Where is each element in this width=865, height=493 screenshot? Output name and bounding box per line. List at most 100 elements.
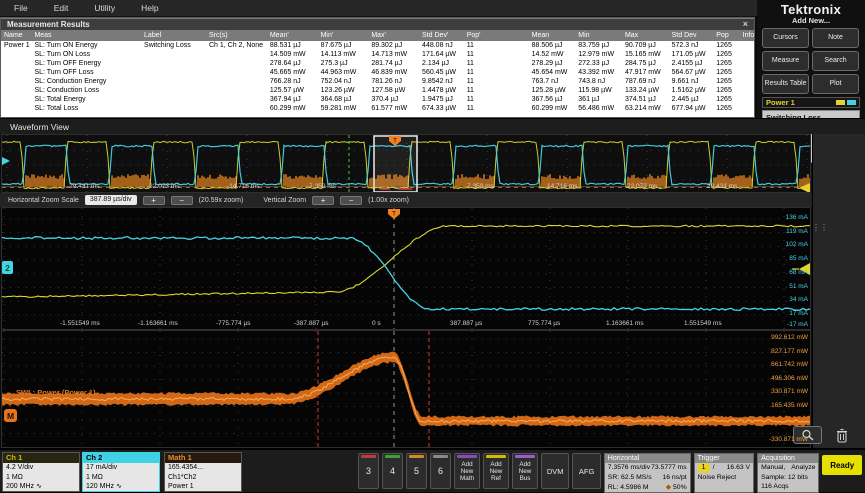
cell-max2: 133.24 µW	[624, 87, 659, 94]
cell-srcs	[206, 104, 267, 113]
cell-min2: 272.33 µJ	[578, 60, 610, 67]
add-new-ref-button[interactable]: Add New Ref	[483, 453, 509, 489]
svg-text:M: M	[7, 411, 14, 421]
cell-label	[141, 86, 206, 95]
afg-button[interactable]: AFG	[572, 453, 601, 489]
svg-text:T: T	[392, 211, 396, 218]
drag-handle[interactable]: ⋮⋮	[812, 224, 828, 240]
color-stripe	[486, 455, 506, 458]
tab-waveform-view[interactable]: Waveform View	[0, 122, 79, 132]
cell-mean1: 60.299 mW	[269, 105, 306, 112]
cell-pop2: 1265	[716, 51, 732, 58]
menu-item-edit[interactable]: Edit	[54, 3, 69, 13]
table-row[interactable]: SL: Turn ON Loss 14.509 mW 14.113 mW 14.713…	[1, 50, 754, 59]
cell-min1: 59.281 mW	[320, 105, 357, 112]
channel-4-button[interactable]: 4	[382, 453, 403, 489]
column-header-std-dev-: Std Dev'	[419, 30, 464, 41]
table-row[interactable]: SL: Total Energy 367.94 µJ 364.68 µJ 370.4 …	[1, 95, 754, 104]
search-button[interactable]: Search	[812, 51, 859, 71]
hzoom-plus-button[interactable]: +	[142, 195, 165, 205]
cell-pop1: 11	[466, 51, 474, 58]
cell-min2: 43.392 mW	[578, 69, 615, 76]
menu-item-utility[interactable]: Utility	[94, 3, 115, 13]
button-label: 3	[365, 466, 371, 476]
table-header-row: Name Meas Label Src(s) Mean' Min' Max' Std Dev'…	[1, 30, 754, 41]
acq-count: 116 Acqs	[761, 483, 789, 490]
trash-button[interactable]	[833, 426, 851, 445]
power1-swatch-cyan-icon	[847, 100, 856, 105]
dvm-button[interactable]: DVM	[541, 453, 570, 489]
table-row[interactable]: SL: Total Loss 60.299 mW 59.281 mW 61.577 m…	[1, 104, 754, 113]
note-button[interactable]: Note	[812, 28, 859, 48]
measurement-results-titlebar[interactable]: Measurement Results ×	[1, 18, 754, 30]
channel-badge-line: 17 mA/div	[86, 464, 118, 471]
vzoom-minus-button[interactable]: −	[340, 195, 363, 205]
cell-name: Power 1	[4, 42, 30, 49]
trigger-mode: Noise Reject	[697, 474, 737, 481]
sidebar-buttons: Cursors Note Measure Search Results Table Plo…	[762, 28, 862, 94]
results-table-button[interactable]: Results Table	[762, 74, 809, 94]
color-stripe	[385, 455, 400, 458]
zoom-tool-button[interactable]	[793, 426, 822, 444]
table-row[interactable]: SL: Conduction Loss 125.57 µW 123.26 µW 127…	[1, 86, 754, 95]
cell-srcs	[206, 50, 267, 59]
table-row[interactable]: SL: Turn OFF Energy 278.64 µJ 275.3 µJ 281.…	[1, 59, 754, 68]
hzoom-minus-button[interactable]: −	[170, 195, 193, 205]
cell-mean2: 60.299 mW	[531, 105, 568, 112]
horizontal-zoom-scale-value[interactable]: 387.89 µs/div	[84, 195, 137, 205]
channel-3-button[interactable]: 3	[358, 453, 379, 489]
cell-max1: 46.839 mW	[371, 69, 408, 76]
add-new-label[interactable]: Add New...	[757, 16, 865, 25]
menu-bar: File Edit Utility Help	[0, 0, 757, 17]
column-header-label: Label	[141, 30, 206, 41]
cell-spacer	[488, 86, 529, 95]
cell-pop1: 11	[466, 60, 474, 67]
bottom-settings-bar: Ch 1 4.2 V/div 1 MΩ 200 MHz ∿ Ch 2 17 mA/div 1…	[0, 448, 865, 493]
channel-badge-ch1[interactable]: Ch 1 4.2 V/div 1 MΩ 200 MHz ∿	[2, 452, 80, 492]
table-row[interactable]: Power 1 SL: Turn ON Energy Switching Loss C…	[1, 41, 754, 50]
acq-sample-bits: Sample: 12 bits	[761, 474, 808, 481]
power1-badge[interactable]: Power 1	[762, 97, 860, 108]
menu-item-file[interactable]: File	[14, 3, 28, 13]
channel-badge-line: Ch1*Ch2	[168, 473, 197, 481]
cell-name	[1, 59, 31, 68]
channel-badge-line: 4.2 V/div	[6, 464, 34, 471]
close-icon[interactable]: ×	[743, 20, 748, 29]
cell-std2: 564.67 µW	[671, 69, 706, 76]
channel-6-button[interactable]: 6	[430, 453, 451, 489]
cell-name	[1, 104, 31, 113]
color-stripe	[433, 455, 448, 458]
cell-max2: 63.214 mW	[624, 105, 661, 112]
add-new-math-button[interactable]: Add New Math	[454, 453, 480, 489]
cell-min1: 123.26 µW	[320, 87, 355, 94]
channel-5-button[interactable]: 5	[406, 453, 427, 489]
power-waveform-chart[interactable]: M	[1, 330, 811, 448]
cell-max1: 781.26 nJ	[371, 78, 403, 85]
color-stripe	[457, 455, 477, 458]
plot-button[interactable]: Plot	[812, 74, 859, 94]
table-row[interactable]: SL: Turn OFF Loss 45.665 mW 44.963 mW 46.83…	[1, 68, 754, 77]
cell-std1: 9.8542 nJ	[422, 78, 453, 85]
channel-badge-math1[interactable]: Math 1 165.4354... Ch1*Ch2 Power 1	[164, 452, 242, 492]
channel-badge-ch2[interactable]: Ch 2 17 mA/div 1 MΩ 120 MHz ∿	[82, 452, 160, 492]
trash-icon	[837, 428, 847, 443]
overview-chart[interactable]: T	[1, 134, 811, 193]
channel-number-buttons: 3 4 5 6	[358, 453, 451, 493]
measure-button[interactable]: Measure	[762, 51, 809, 71]
trigger-panel-title: Trigger	[694, 454, 754, 463]
trigger-panel[interactable]: Trigger 1/ 16.63 V Noise Reject	[693, 453, 755, 493]
button-label: Add New Math	[460, 460, 474, 482]
horizontal-panel[interactable]: Horizontal 7.3576 ms/div 73.5777 ms SR: 6…	[603, 453, 691, 493]
cell-std2: 1.5162 µW	[671, 87, 706, 94]
add-new-bus-button[interactable]: Add New Bus	[512, 453, 538, 489]
hzoom-factor: (20.59x zoom)	[198, 196, 244, 204]
zoom-waveform-chart[interactable]: T2	[1, 207, 811, 330]
vzoom-plus-button[interactable]: +	[312, 195, 335, 205]
cursors-button[interactable]: Cursors	[762, 28, 809, 48]
menu-item-help[interactable]: Help	[141, 3, 158, 13]
acquisition-panel[interactable]: Acquisition Manual, Analyze Sample: 12 bi…	[757, 453, 820, 493]
channel-badge-line: 1 MΩ	[6, 473, 23, 481]
measurement-table[interactable]: Name Meas Label Src(s) Mean' Min' Max' Std Dev'…	[1, 30, 754, 113]
oscilloscope-screen: File Edit Utility Help Measurement Results …	[0, 0, 865, 493]
table-row[interactable]: SL: Conduction Energy 766.28 nJ 752.04 nJ 7…	[1, 77, 754, 86]
